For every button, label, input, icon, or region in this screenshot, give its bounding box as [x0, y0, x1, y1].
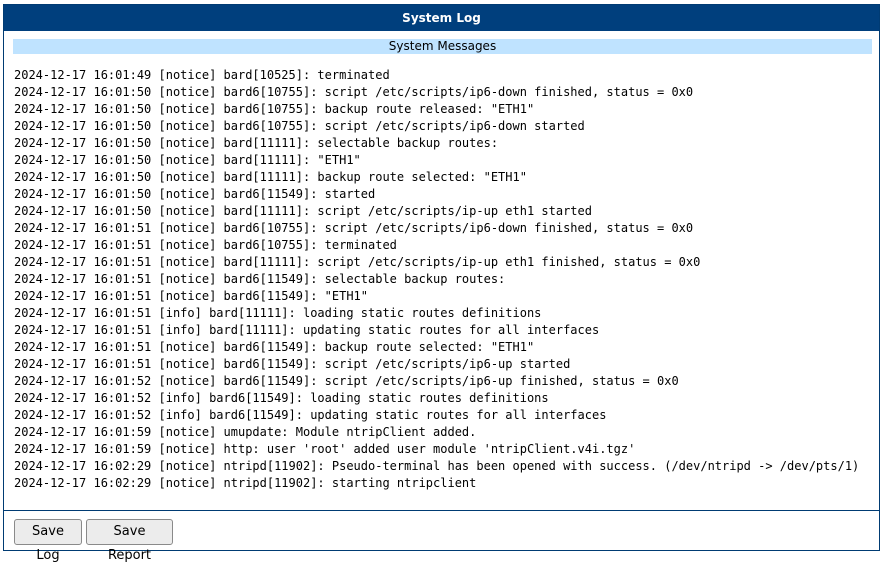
- log-line: 2024-12-17 16:01:50 [notice] bard[11111]…: [14, 170, 527, 184]
- window-title: System Log: [4, 5, 879, 31]
- log-line: 2024-12-17 16:02:29 [notice] ntripd[1190…: [14, 459, 860, 473]
- system-log-panel: System Log System Messages 2024-12-17 16…: [3, 4, 880, 563]
- log-line: 2024-12-17 16:01:49 [notice] bard[10525]…: [14, 68, 390, 82]
- log-line: 2024-12-17 16:01:51 [notice] bard6[10755…: [14, 238, 397, 252]
- divider: [4, 510, 879, 511]
- log-output: 2024-12-17 16:01:49 [notice] bard[10525]…: [14, 67, 874, 492]
- section-header: System Messages: [13, 39, 872, 54]
- log-line: 2024-12-17 16:01:51 [info] bard[11111]: …: [14, 323, 600, 337]
- log-line: 2024-12-17 16:01:59 [notice] http: user …: [14, 442, 636, 456]
- log-line: 2024-12-17 16:01:52 [info] bard6[11549]:…: [14, 391, 549, 405]
- log-line: 2024-12-17 16:01:51 [info] bard[11111]: …: [14, 306, 542, 320]
- log-line: 2024-12-17 16:01:50 [notice] bard6[10755…: [14, 119, 585, 133]
- log-line: 2024-12-17 16:02:29 [notice] ntripd[1190…: [14, 476, 477, 490]
- log-line: 2024-12-17 16:01:50 [notice] bard6[10755…: [14, 85, 694, 99]
- log-line: 2024-12-17 16:01:50 [notice] bard[11111]…: [14, 204, 592, 218]
- log-line: 2024-12-17 16:01:51 [notice] bard6[11549…: [14, 357, 571, 371]
- log-line: 2024-12-17 16:01:51 [notice] bard[11111]…: [14, 255, 701, 269]
- log-line: 2024-12-17 16:01:51 [notice] bard6[11549…: [14, 289, 369, 303]
- log-line: 2024-12-17 16:01:50 [notice] bard6[11549…: [14, 187, 376, 201]
- log-line: 2024-12-17 16:01:59 [notice] umupdate: M…: [14, 425, 477, 439]
- log-line: 2024-12-17 16:01:50 [notice] bard[11111]…: [14, 136, 499, 150]
- log-line: 2024-12-17 16:01:51 [notice] bard6[10755…: [14, 221, 694, 235]
- log-line: 2024-12-17 16:01:52 [info] bard6[11549]:…: [14, 408, 607, 422]
- log-line: 2024-12-17 16:01:51 [notice] bard6[11549…: [14, 272, 506, 286]
- log-line: 2024-12-17 16:01:52 [notice] bard6[11549…: [14, 374, 679, 388]
- log-line: 2024-12-17 16:01:51 [notice] bard6[11549…: [14, 340, 535, 354]
- log-line: 2024-12-17 16:01:50 [notice] bard6[10755…: [14, 102, 535, 116]
- log-line: 2024-12-17 16:01:50 [notice] bard[11111]…: [14, 153, 361, 167]
- save-log-button[interactable]: Save Log: [14, 519, 82, 563]
- save-report-button[interactable]: Save Report: [86, 519, 173, 563]
